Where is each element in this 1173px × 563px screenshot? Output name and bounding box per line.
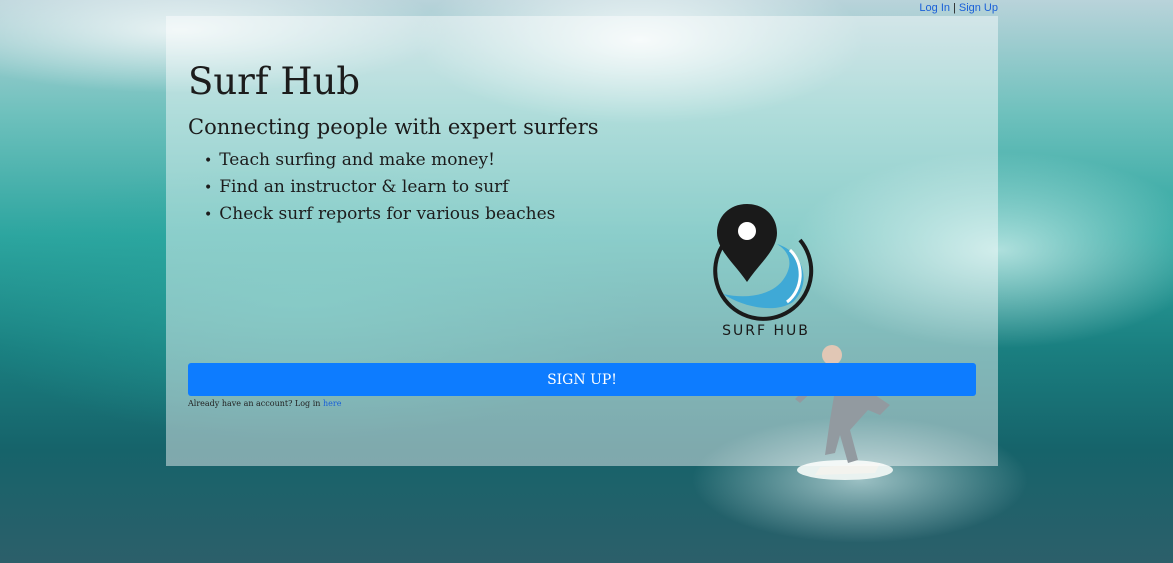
logo-text: SURF HUB (722, 323, 810, 339)
login-here-link[interactable]: here (323, 399, 341, 408)
auth-links: Log In | Sign Up (919, 2, 998, 14)
feature-item: Check surf reports for various beaches (204, 202, 555, 229)
login-link[interactable]: Log In (919, 2, 950, 14)
feature-list: Teach surfing and make money! Find an in… (204, 148, 555, 229)
signup-link[interactable]: Sign Up (959, 2, 998, 14)
page-subtitle: Connecting people with expert surfers (188, 115, 599, 139)
login-prompt-text: Already have an account? Log in (188, 399, 321, 408)
feature-item: Find an instructor & learn to surf (204, 175, 555, 202)
map-pin-wave-icon (713, 204, 814, 321)
signup-button[interactable]: SIGN UP! (188, 363, 976, 396)
auth-separator: | (953, 2, 956, 14)
feature-item: Teach surfing and make money! (204, 148, 555, 175)
login-prompt: Already have an account? Log in here (188, 399, 341, 408)
surf-hub-logo: SURF HUB (713, 204, 814, 339)
page-title: Surf Hub (188, 60, 361, 103)
